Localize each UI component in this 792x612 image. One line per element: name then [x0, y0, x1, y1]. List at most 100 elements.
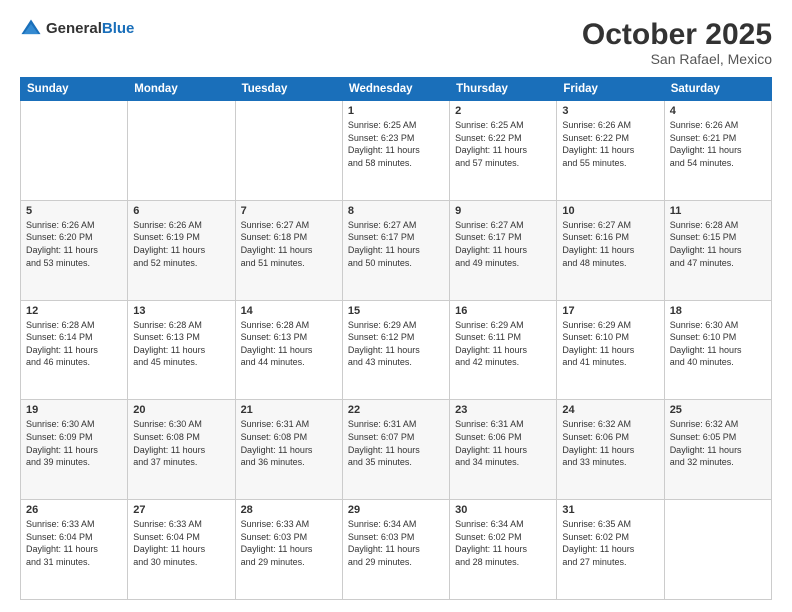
day-info: Sunrise: 6:34 AM Sunset: 6:03 PM Dayligh… [348, 518, 444, 568]
logo: GeneralBlue [20, 18, 134, 40]
col-tuesday: Tuesday [235, 78, 342, 101]
calendar-cell: 15Sunrise: 6:29 AM Sunset: 6:12 PM Dayli… [342, 300, 449, 400]
calendar-cell: 12 Sunrise: 6:28 AM Sunset: 6:14 PM Dayli… [21, 300, 128, 400]
calendar-cell: 1 Sunrise: 6:25 AM Sunset: 6:23 PM Daylig… [342, 101, 449, 201]
calendar-cell: 5Sunrise: 6:26 AM Sunset: 6:20 PM Daylig… [21, 200, 128, 300]
calendar: Sunday Monday Tuesday Wednesday Thursday… [20, 77, 772, 600]
calendar-cell: 23Sunrise: 6:31 AM Sunset: 6:06 PM Dayli… [450, 400, 557, 500]
day-info: Sunrise: 6:27 AM Sunset: 6:17 PM Dayligh… [455, 219, 551, 269]
calendar-cell: 24 Sunrise: 6:32 AM Sunset: 6:06 PM Dayli… [557, 400, 664, 500]
calendar-cell [128, 101, 235, 201]
col-thursday: Thursday [450, 78, 557, 101]
calendar-cell: 9 Sunrise: 6:27 AM Sunset: 6:17 PM Daylig… [450, 200, 557, 300]
day-number: 1 [348, 105, 444, 117]
day-info: Sunrise: 6:27 AM Sunset: 6:17 PM Dayligh… [348, 219, 444, 269]
calendar-cell: 10 Sunrise: 6:27 AM Sunset: 6:16 PM Dayli… [557, 200, 664, 300]
calendar-cell: 3Sunrise: 6:26 AM Sunset: 6:22 PM Daylig… [557, 101, 664, 201]
calendar-cell [21, 101, 128, 201]
calendar-week-row: 5Sunrise: 6:26 AM Sunset: 6:20 PM Daylig… [21, 200, 772, 300]
logo-text: GeneralBlue [46, 20, 134, 38]
calendar-cell: 17Sunrise: 6:29 AM Sunset: 6:10 PM Dayli… [557, 300, 664, 400]
day-info: Sunrise: 6:29 AM Sunset: 6:10 PM Dayligh… [562, 319, 658, 369]
day-info: Sunrise: 6:31 AM Sunset: 6:08 PM Dayligh… [241, 418, 337, 468]
header-row: Sunday Monday Tuesday Wednesday Thursday… [21, 78, 772, 101]
day-info: Sunrise: 6:32 AM Sunset: 6:06 PM Dayligh… [562, 418, 658, 468]
day-info: Sunrise: 6:28 AM Sunset: 6:14 PM Dayligh… [26, 319, 122, 369]
calendar-cell: 18 Sunrise: 6:30 AM Sunset: 6:10 PM Dayli… [664, 300, 771, 400]
calendar-week-row: 12 Sunrise: 6:28 AM Sunset: 6:14 PM Dayli… [21, 300, 772, 400]
day-number: 4 [670, 105, 766, 117]
day-number: 9 [455, 205, 551, 217]
calendar-week-row: 26 Sunrise: 6:33 AM Sunset: 6:04 PM Dayli… [21, 500, 772, 600]
day-number: 24 [562, 404, 658, 416]
calendar-cell: 8 Sunrise: 6:27 AM Sunset: 6:17 PM Daylig… [342, 200, 449, 300]
day-info: Sunrise: 6:31 AM Sunset: 6:07 PM Dayligh… [348, 418, 444, 468]
day-number: 21 [241, 404, 337, 416]
day-number: 8 [348, 205, 444, 217]
calendar-cell: 25 Sunrise: 6:32 AM Sunset: 6:05 PM Dayli… [664, 400, 771, 500]
day-info: Sunrise: 6:34 AM Sunset: 6:02 PM Dayligh… [455, 518, 551, 568]
day-number: 11 [670, 205, 766, 217]
day-number: 18 [670, 305, 766, 317]
day-info: Sunrise: 6:28 AM Sunset: 6:15 PM Dayligh… [670, 219, 766, 269]
day-info: Sunrise: 6:26 AM Sunset: 6:21 PM Dayligh… [670, 119, 766, 169]
calendar-cell: 14 Sunrise: 6:28 AM Sunset: 6:13 PM Dayli… [235, 300, 342, 400]
col-saturday: Saturday [664, 78, 771, 101]
day-number: 26 [26, 504, 122, 516]
calendar-cell: 13Sunrise: 6:28 AM Sunset: 6:13 PM Dayli… [128, 300, 235, 400]
day-info: Sunrise: 6:25 AM Sunset: 6:22 PM Dayligh… [455, 119, 551, 169]
day-number: 10 [562, 205, 658, 217]
day-number: 3 [562, 105, 658, 117]
day-number: 14 [241, 305, 337, 317]
col-friday: Friday [557, 78, 664, 101]
calendar-cell: 31Sunrise: 6:35 AM Sunset: 6:02 PM Dayli… [557, 500, 664, 600]
day-number: 27 [133, 504, 229, 516]
calendar-cell: 11 Sunrise: 6:28 AM Sunset: 6:15 PM Dayli… [664, 200, 771, 300]
day-info: Sunrise: 6:32 AM Sunset: 6:05 PM Dayligh… [670, 418, 766, 468]
calendar-cell [235, 101, 342, 201]
day-number: 6 [133, 205, 229, 217]
title-block: October 2025 San Rafael, Mexico [582, 18, 772, 67]
day-info: Sunrise: 6:33 AM Sunset: 6:03 PM Dayligh… [241, 518, 337, 568]
day-number: 29 [348, 504, 444, 516]
day-number: 20 [133, 404, 229, 416]
calendar-cell: 21 Sunrise: 6:31 AM Sunset: 6:08 PM Dayli… [235, 400, 342, 500]
header: GeneralBlue October 2025 San Rafael, Mex… [20, 18, 772, 67]
calendar-cell: 16Sunrise: 6:29 AM Sunset: 6:11 PM Dayli… [450, 300, 557, 400]
calendar-cell: 20 Sunrise: 6:30 AM Sunset: 6:08 PM Dayli… [128, 400, 235, 500]
day-number: 30 [455, 504, 551, 516]
day-number: 12 [26, 305, 122, 317]
day-number: 16 [455, 305, 551, 317]
day-info: Sunrise: 6:27 AM Sunset: 6:16 PM Dayligh… [562, 219, 658, 269]
day-number: 25 [670, 404, 766, 416]
day-number: 31 [562, 504, 658, 516]
day-info: Sunrise: 6:28 AM Sunset: 6:13 PM Dayligh… [241, 319, 337, 369]
day-number: 19 [26, 404, 122, 416]
calendar-cell: 30 Sunrise: 6:34 AM Sunset: 6:02 PM Dayli… [450, 500, 557, 600]
page: GeneralBlue October 2025 San Rafael, Mex… [0, 0, 792, 612]
day-info: Sunrise: 6:33 AM Sunset: 6:04 PM Dayligh… [133, 518, 229, 568]
day-info: Sunrise: 6:30 AM Sunset: 6:09 PM Dayligh… [26, 418, 122, 468]
calendar-cell: 22 Sunrise: 6:31 AM Sunset: 6:07 PM Dayli… [342, 400, 449, 500]
calendar-cell: 29 Sunrise: 6:34 AM Sunset: 6:03 PM Dayli… [342, 500, 449, 600]
calendar-cell: 26 Sunrise: 6:33 AM Sunset: 6:04 PM Dayli… [21, 500, 128, 600]
day-number: 13 [133, 305, 229, 317]
calendar-cell: 27 Sunrise: 6:33 AM Sunset: 6:04 PM Dayli… [128, 500, 235, 600]
day-info: Sunrise: 6:30 AM Sunset: 6:10 PM Dayligh… [670, 319, 766, 369]
day-info: Sunrise: 6:26 AM Sunset: 6:19 PM Dayligh… [133, 219, 229, 269]
day-number: 23 [455, 404, 551, 416]
calendar-week-row: 1 Sunrise: 6:25 AM Sunset: 6:23 PM Daylig… [21, 101, 772, 201]
day-info: Sunrise: 6:33 AM Sunset: 6:04 PM Dayligh… [26, 518, 122, 568]
calendar-cell: 19 Sunrise: 6:30 AM Sunset: 6:09 PM Dayli… [21, 400, 128, 500]
location: San Rafael, Mexico [582, 51, 772, 67]
col-sunday: Sunday [21, 78, 128, 101]
day-info: Sunrise: 6:30 AM Sunset: 6:08 PM Dayligh… [133, 418, 229, 468]
day-number: 7 [241, 205, 337, 217]
logo-icon [20, 18, 42, 40]
day-number: 22 [348, 404, 444, 416]
calendar-cell: 7Sunrise: 6:27 AM Sunset: 6:18 PM Daylig… [235, 200, 342, 300]
day-number: 15 [348, 305, 444, 317]
calendar-cell [664, 500, 771, 600]
day-info: Sunrise: 6:25 AM Sunset: 6:23 PM Dayligh… [348, 119, 444, 169]
day-info: Sunrise: 6:26 AM Sunset: 6:20 PM Dayligh… [26, 219, 122, 269]
